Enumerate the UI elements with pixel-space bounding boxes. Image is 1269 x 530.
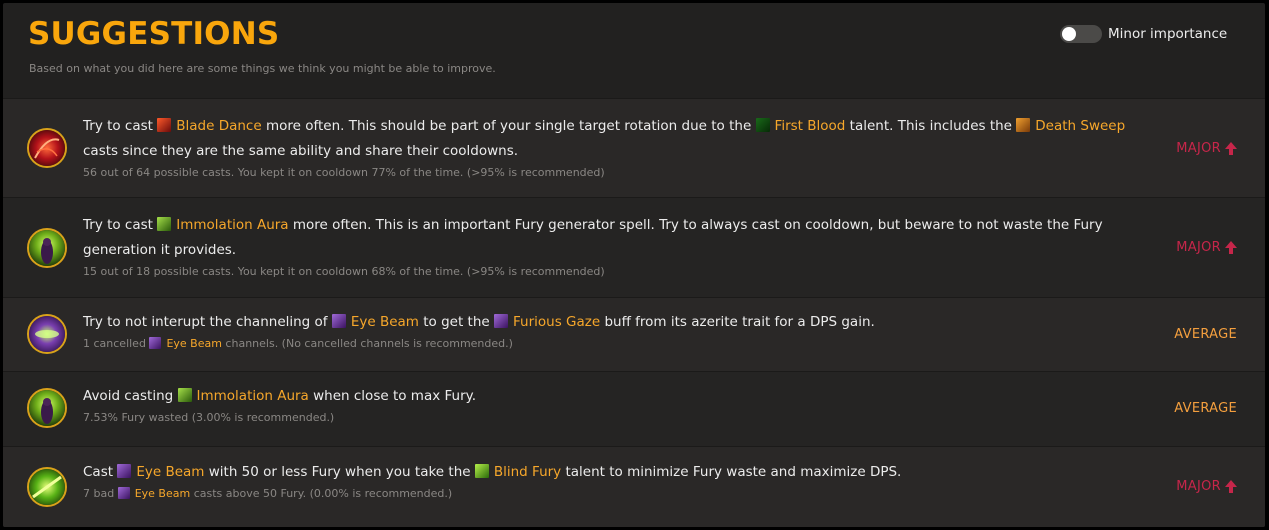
suggestion-detail: 15 out of 18 possible casts. You kept it… [83, 265, 605, 278]
spell-link-eye-beam[interactable]: Eye Beam [117, 487, 191, 500]
spell-name: Furious Gaze [513, 314, 601, 330]
importance-label: MAJOR [1176, 479, 1221, 494]
suggestions-panel: SUGGESTIONS Based on what you did here a… [3, 3, 1265, 527]
importance-label: AVERAGE [1174, 327, 1237, 342]
text-segment: with 50 or less Fury when you take the [204, 464, 475, 480]
suggestion-text: Avoid casting Immolation Aura when close… [83, 384, 1145, 409]
suggestion-detail: 7 bad Eye Beam casts above 50 Fury. (0.0… [83, 487, 1145, 500]
text-segment: talent. This includes the [845, 118, 1017, 134]
spell-name: Eye Beam [134, 487, 191, 500]
eye-beam-icon [117, 464, 132, 478]
text-segment: Cast [83, 464, 118, 480]
importance-average: AVERAGE [1174, 327, 1237, 342]
toggle-label: Minor importance [1108, 26, 1228, 42]
blind-fury-icon [27, 467, 67, 507]
text-segment: talent to minimize Fury waste and maximi… [561, 464, 902, 480]
spell-link-first-blood[interactable]: First Blood [755, 118, 846, 134]
minor-importance-toggle[interactable]: Minor importance [1060, 25, 1227, 43]
suggestion-row: Try to cast Immolation Aura more often. … [3, 197, 1265, 297]
text-segment: to get the [418, 314, 494, 330]
spell-link-immolation-aura[interactable]: Immolation Aura [157, 217, 289, 233]
importance-label: AVERAGE [1174, 401, 1237, 416]
text-segment: 7 bad [83, 487, 118, 500]
eye-beam-icon [149, 337, 162, 349]
spell-link-death-sweep[interactable]: Death Sweep [1016, 118, 1125, 134]
text-segment: when close to max Fury. [308, 388, 476, 404]
spell-link-blind-fury[interactable]: Blind Fury [474, 464, 562, 480]
spell-link-blade-dance[interactable]: Blade Dance [157, 118, 262, 134]
spell-name: First Blood [774, 118, 846, 134]
suggestion-detail: 56 out of 64 possible casts. You kept it… [83, 166, 605, 179]
importance-major: MAJOR [1176, 240, 1237, 255]
spell-name: Blade Dance [176, 118, 262, 134]
spell-link-eye-beam[interactable]: Eye Beam [117, 464, 204, 480]
panel-title: SUGGESTIONS [28, 16, 280, 52]
arrow-up-icon [1225, 480, 1237, 493]
toggle-switch[interactable] [1060, 25, 1102, 43]
text-segment: more often. This should be part of your … [261, 118, 756, 134]
suggestion-text: Try to not interupt the channeling of Ey… [83, 310, 1145, 335]
toggle-knob [1062, 27, 1076, 41]
blade-dance-icon [157, 118, 172, 132]
eye-beam-icon [27, 314, 67, 354]
spell-name: Immolation Aura [176, 217, 289, 233]
suggestion-detail: 1 cancelled Eye Beam channels. (No cance… [83, 337, 1145, 350]
spell-name: Blind Fury [493, 464, 562, 480]
suggestion-text: Try to cast Blade Dance more often. This… [83, 114, 1145, 164]
spell-name: Death Sweep [1035, 118, 1126, 134]
text-segment: Try to cast [83, 118, 158, 134]
spell-name: Immolation Aura [196, 388, 309, 404]
panel-subtitle: Based on what you did here are some thin… [29, 62, 496, 75]
text-segment: Avoid casting [83, 388, 178, 404]
blind-fury-icon [474, 464, 489, 478]
blade-dance-icon [27, 128, 67, 168]
importance-major: MAJOR [1176, 479, 1237, 494]
text-segment: Try to cast [83, 217, 158, 233]
text-segment: 1 cancelled [83, 337, 150, 350]
spell-name: Eye Beam [166, 337, 222, 350]
suggestion-text: Try to cast Immolation Aura more often. … [83, 213, 1145, 263]
spell-link-eye-beam[interactable]: Eye Beam [331, 314, 419, 330]
spell-name: Eye Beam [350, 314, 419, 330]
arrow-up-icon [1225, 241, 1237, 254]
immolation-aura-icon [27, 388, 67, 428]
panel-header: SUGGESTIONS Based on what you did here a… [3, 3, 1265, 98]
importance-average: AVERAGE [1174, 401, 1237, 416]
text-segment: Try to not interupt the channeling of [83, 314, 332, 330]
eye-beam-icon [117, 487, 130, 499]
spell-name: Eye Beam [136, 464, 205, 480]
eye-beam-icon [331, 314, 346, 328]
text-segment: buff from its azerite trait for a DPS ga… [600, 314, 875, 330]
immolation-aura-icon [157, 217, 172, 231]
spell-link-furious-gaze[interactable]: Furious Gaze [494, 314, 600, 330]
immolation-aura-icon [177, 388, 192, 402]
arrow-up-icon [1225, 142, 1237, 155]
text-segment: casts since they are the same ability an… [83, 143, 519, 159]
text-segment: casts above 50 Fury. (0.00% is recommend… [190, 487, 453, 500]
suggestion-row: Avoid casting Immolation Aura when close… [3, 371, 1265, 446]
text-segment: channels. (No cancelled channels is reco… [221, 337, 513, 350]
first-blood-icon [755, 118, 770, 132]
suggestion-detail: 7.53% Fury wasted (3.00% is recommended.… [83, 411, 335, 424]
immolation-aura-icon [27, 228, 67, 268]
importance-major: MAJOR [1176, 141, 1237, 156]
importance-label: MAJOR [1176, 240, 1221, 255]
suggestion-row: Try to not interupt the channeling of Ey… [3, 297, 1265, 371]
spell-link-immolation-aura[interactable]: Immolation Aura [177, 388, 309, 404]
spell-link-eye-beam[interactable]: Eye Beam [149, 337, 222, 350]
suggestion-row: Try to cast Blade Dance more often. This… [3, 98, 1265, 197]
suggestion-list: Try to cast Blade Dance more often. This… [3, 98, 1265, 527]
death-sweep-icon [1016, 118, 1031, 132]
furious-gaze-icon [494, 314, 508, 328]
suggestion-row: Cast Eye Beam with 50 or less Fury when … [3, 446, 1265, 527]
importance-label: MAJOR [1176, 141, 1221, 156]
suggestion-text: Cast Eye Beam with 50 or less Fury when … [83, 460, 1145, 485]
